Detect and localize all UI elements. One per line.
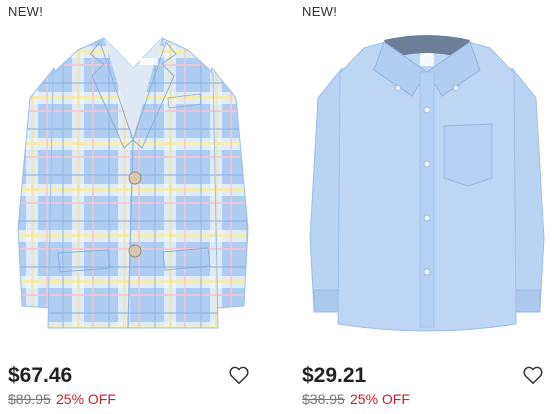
new-badge: NEW! [302, 4, 338, 19]
original-price: $38.95 [302, 391, 345, 407]
heart-icon[interactable] [522, 364, 544, 386]
discount-label: 25% OFF [56, 391, 116, 407]
new-badge: NEW! [8, 4, 44, 19]
sale-price: $29.21 [302, 364, 367, 387]
product-card[interactable]: NEW! [8, 0, 258, 414]
original-price: $89.95 [8, 391, 51, 407]
product-image[interactable] [8, 28, 258, 348]
oxford-shirt-image [309, 35, 545, 332]
discount-label: 25% OFF [350, 391, 410, 407]
heart-icon[interactable] [228, 364, 250, 386]
product-image[interactable] [302, 28, 552, 348]
sale-price: $67.46 [8, 364, 73, 387]
product-card[interactable]: NEW! [302, 0, 552, 414]
plaid-blazer-image [17, 37, 249, 329]
